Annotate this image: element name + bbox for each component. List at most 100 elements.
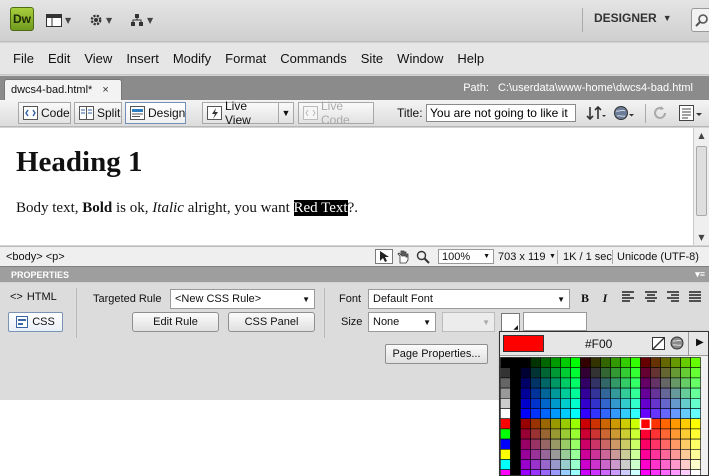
color-swatch[interactable] [540, 438, 551, 450]
align-right-icon[interactable] [666, 291, 680, 303]
color-swatch[interactable] [550, 469, 561, 475]
color-swatch[interactable] [530, 449, 541, 460]
color-swatch[interactable] [640, 428, 651, 440]
color-swatch[interactable] [610, 367, 621, 379]
color-swatch[interactable] [580, 357, 591, 368]
color-swatch[interactable] [500, 469, 511, 475]
color-swatch[interactable] [670, 449, 681, 460]
live-code-button[interactable]: Live Code [298, 99, 374, 127]
color-swatch[interactable] [690, 377, 701, 389]
color-swatch[interactable] [670, 397, 681, 409]
color-swatch[interactable] [510, 387, 521, 399]
color-swatch[interactable] [660, 367, 671, 379]
heading-1[interactable]: Heading 1 [16, 146, 143, 179]
color-swatch[interactable] [500, 438, 511, 450]
page-properties-button[interactable]: Page Properties... [385, 344, 488, 364]
extend-menu-button[interactable]: ▼ [89, 10, 112, 30]
color-swatch[interactable] [660, 408, 671, 419]
color-swatch[interactable] [650, 397, 661, 409]
color-swatch[interactable] [600, 367, 611, 379]
color-swatch[interactable] [600, 357, 611, 368]
color-swatch[interactable] [560, 377, 571, 389]
color-swatch[interactable] [580, 397, 591, 409]
font-select[interactable]: Default Font ▼ [368, 289, 570, 309]
color-swatch[interactable] [690, 459, 701, 470]
color-swatch[interactable] [650, 469, 661, 475]
color-swatch[interactable] [680, 367, 691, 379]
bold-button[interactable]: B [577, 291, 593, 305]
color-swatch[interactable] [590, 459, 601, 470]
color-swatch[interactable] [650, 377, 661, 389]
menu-view[interactable]: View [77, 51, 119, 66]
color-swatch[interactable] [630, 428, 641, 440]
color-swatch[interactable] [510, 459, 521, 470]
scrollbar-thumb[interactable] [696, 146, 707, 216]
color-swatch[interactable] [670, 357, 681, 368]
color-swatch[interactable] [690, 367, 701, 379]
menu-file[interactable]: File [6, 51, 41, 66]
color-swatch[interactable] [570, 449, 581, 460]
color-swatch[interactable] [550, 387, 561, 399]
color-swatch[interactable] [510, 438, 521, 450]
color-swatch[interactable] [620, 459, 631, 470]
html-mode-button[interactable]: <> HTML [10, 291, 57, 303]
color-swatch[interactable] [560, 438, 571, 450]
color-swatch[interactable] [640, 387, 651, 399]
color-swatch[interactable] [500, 418, 511, 430]
properties-panel-header[interactable]: PROPERTIES ▾≡ [0, 266, 709, 282]
color-swatch[interactable] [630, 377, 641, 389]
color-swatch[interactable] [570, 367, 581, 379]
color-swatch[interactable] [630, 449, 641, 460]
text-color-button[interactable]: ◢ [501, 313, 520, 332]
color-swatch[interactable] [670, 367, 681, 379]
color-swatch[interactable] [580, 408, 591, 419]
color-swatch[interactable] [640, 377, 651, 389]
edit-rule-button[interactable]: Edit Rule [132, 312, 219, 332]
code-view-button[interactable]: Code [18, 102, 71, 124]
color-swatch[interactable] [620, 449, 631, 460]
color-swatch[interactable] [580, 438, 591, 450]
color-swatch[interactable] [660, 428, 671, 440]
color-swatch[interactable] [510, 357, 521, 368]
color-swatch[interactable] [610, 449, 621, 460]
design-view-button[interactable]: Design [125, 102, 186, 124]
color-swatch[interactable] [600, 387, 611, 399]
color-swatch[interactable] [670, 418, 681, 430]
color-swatch[interactable] [630, 367, 641, 379]
color-swatch[interactable] [640, 418, 651, 430]
color-swatch[interactable] [610, 377, 621, 389]
color-swatch[interactable] [510, 428, 521, 440]
panel-menu-icon[interactable]: ▾≡ [695, 269, 705, 280]
color-swatch[interactable] [630, 357, 641, 368]
color-swatch[interactable] [590, 418, 601, 430]
color-swatch[interactable] [620, 367, 631, 379]
color-swatch[interactable] [580, 377, 591, 389]
color-swatch[interactable] [540, 459, 551, 470]
color-swatch[interactable] [650, 408, 661, 419]
color-swatch[interactable] [520, 459, 531, 470]
color-swatch[interactable] [630, 408, 641, 419]
color-swatch[interactable] [600, 418, 611, 430]
color-swatch[interactable] [510, 377, 521, 389]
align-left-icon[interactable] [621, 291, 635, 303]
layout-menu-button[interactable]: ▼ [46, 10, 71, 30]
color-swatch[interactable] [520, 428, 531, 440]
color-swatch[interactable] [600, 459, 611, 470]
color-swatch[interactable] [500, 397, 511, 409]
color-swatch[interactable] [530, 387, 541, 399]
color-swatch[interactable] [590, 387, 601, 399]
color-swatch[interactable] [670, 387, 681, 399]
color-swatch[interactable] [550, 428, 561, 440]
live-view-options-button[interactable]: ▼ [278, 102, 294, 124]
color-swatch[interactable] [670, 377, 681, 389]
color-swatch[interactable] [620, 387, 631, 399]
color-swatch[interactable] [680, 449, 691, 460]
color-swatch[interactable] [630, 418, 641, 430]
color-swatch[interactable] [540, 377, 551, 389]
color-swatch[interactable] [500, 449, 511, 460]
color-swatch[interactable] [540, 469, 551, 475]
refresh-icon[interactable] [652, 105, 668, 121]
color-swatch[interactable] [690, 438, 701, 450]
color-swatch[interactable] [670, 459, 681, 470]
color-swatch[interactable] [610, 428, 621, 440]
